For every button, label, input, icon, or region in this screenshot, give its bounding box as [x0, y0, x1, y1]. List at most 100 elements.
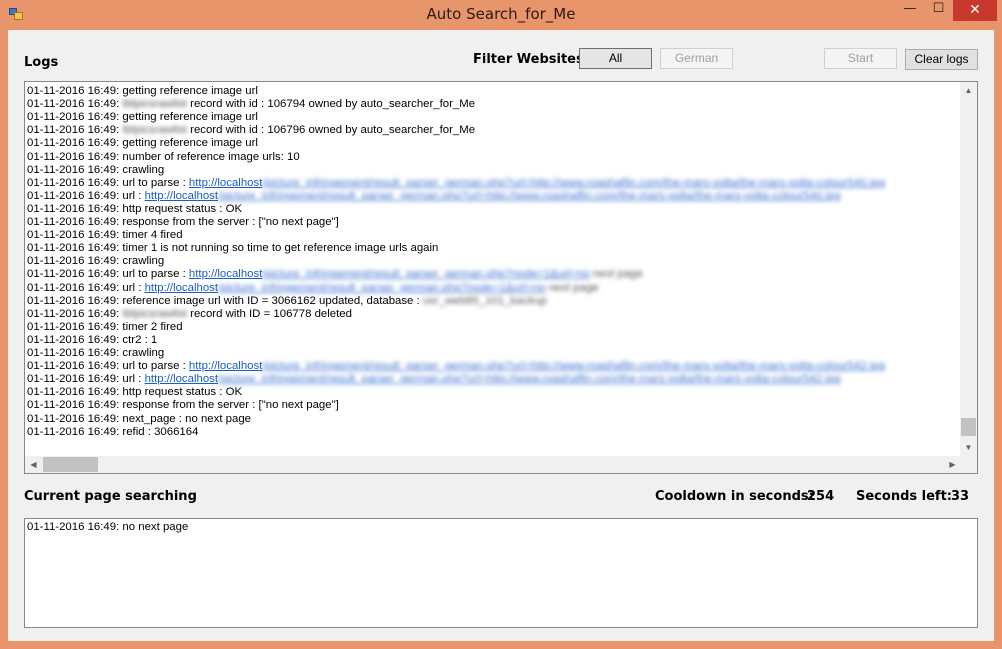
log-text: 01-11-2016 16:49: http request status : …: [27, 386, 243, 399]
log-text: 01-11-2016 16:49: getting reference imag…: [27, 137, 258, 150]
log-line: 01-11-2016 16:49: next_page : no next pa…: [27, 413, 251, 426]
log-text: 01-11-2016 16:49: url :: [27, 373, 145, 386]
current-page-text: 01-11-2016 16:49: no next page: [27, 521, 189, 533]
log-line: 01-11-2016 16:49: reference image url wi…: [27, 295, 547, 308]
redacted-text: tblpicsrawlist: [122, 98, 187, 111]
horizontal-scrollbar[interactable]: ◀ ▶: [25, 456, 961, 473]
redacted-text: tblpicsrawlist: [122, 124, 187, 137]
all-filter-button[interactable]: All: [579, 48, 652, 69]
log-line: 01-11-2016 16:49: url to parse : http://…: [27, 360, 885, 373]
clear-logs-button[interactable]: Clear logs: [905, 49, 978, 70]
log-text: 01-11-2016 16:49: refid : 3066164: [27, 425, 199, 438]
log-text: 01-11-2016 16:49: url :: [27, 189, 145, 202]
redacted-text: tblpicsrawlist: [122, 307, 187, 320]
log-text: 01-11-2016 16:49: http request status : …: [27, 202, 243, 215]
log-line: 01-11-2016 16:49: crawling: [27, 255, 164, 268]
german-filter-button[interactable]: German: [660, 48, 733, 69]
cooldown-label: Cooldown in seconds:: [655, 489, 814, 504]
log-text: 01-11-2016 16:49: response from the serv…: [27, 216, 339, 228]
log-url-link[interactable]: http://localhost: [145, 373, 218, 385]
scroll-up-icon[interactable]: ▲: [960, 82, 977, 99]
log-text: record with id : 106794 owned by auto_se…: [186, 98, 476, 111]
maximize-button[interactable]: ☐: [925, 1, 952, 22]
vertical-scroll-thumb[interactable]: [961, 418, 976, 436]
log-line: 01-11-2016 16:49: crawling: [27, 164, 164, 177]
current-page-label: Current page searching: [24, 489, 197, 504]
log-line: 01-11-2016 16:49: timer 2 fired: [27, 321, 183, 334]
scroll-right-icon[interactable]: ▶: [944, 456, 961, 473]
log-text: 01-11-2016 16:49: timer 1 is not running…: [27, 242, 439, 255]
logs-textbox[interactable]: 01-11-2016 16:49: getting reference imag…: [24, 81, 978, 474]
app-window: Auto Search_for_Me — ☐ ✕ Logs Filter Web…: [0, 0, 1002, 649]
log-url-link[interactable]: http://localhost: [189, 360, 262, 372]
log-line: 01-11-2016 16:49: url : http://localhost…: [27, 282, 599, 295]
window-title: Auto Search_for_Me: [426, 5, 576, 23]
log-url-link[interactable]: http://localhost: [189, 268, 262, 280]
log-line: 01-11-2016 16:49: number of reference im…: [27, 151, 300, 164]
horizontal-scroll-thumb[interactable]: [43, 457, 98, 472]
log-line: 01-11-2016 16:49: url : http://localhost…: [27, 190, 841, 203]
log-text: 01-11-2016 16:49: crawling: [27, 347, 165, 359]
log-line: 01-11-2016 16:49: getting reference imag…: [27, 137, 258, 150]
log-url-link[interactable]: http://localhost: [189, 177, 262, 189]
scroll-left-icon[interactable]: ◀: [25, 456, 42, 473]
logs-label: Logs: [24, 55, 59, 70]
log-line: 01-11-2016 16:49: tblpicsrawlist record …: [27, 308, 352, 321]
log-line: 01-11-2016 16:49: ctr2 : 1: [27, 334, 157, 347]
log-line: 01-11-2016 16:49: getting reference imag…: [27, 111, 258, 124]
log-line: 01-11-2016 16:49: response from the serv…: [27, 216, 339, 229]
log-line: 01-11-2016 16:49: tblpicsrawlist record …: [27, 98, 475, 111]
minimize-button[interactable]: —: [896, 1, 924, 22]
log-url-link[interactable]: /picture_infringement/result_parser_germ…: [262, 360, 885, 372]
log-text: 01-11-2016 16:49: reference image url wi…: [27, 294, 423, 307]
log-url-link[interactable]: /picture_infringement/result_parser_germ…: [218, 373, 841, 385]
seconds-left-label: Seconds left:: [856, 489, 952, 504]
log-text: 01-11-2016 16:49: crawling: [27, 255, 165, 268]
log-text: 01-11-2016 16:49: getting reference imag…: [27, 111, 258, 124]
seconds-left-value: 33: [951, 489, 970, 504]
log-text: record with ID = 106778 deleted: [186, 307, 352, 320]
log-text: 01-11-2016 16:49: url :: [27, 281, 145, 294]
log-text: 01-11-2016 16:49: url to parse :: [27, 360, 189, 373]
log-line: 01-11-2016 16:49: timer 1 is not running…: [27, 242, 438, 255]
log-text: 01-11-2016 16:49:: [27, 307, 123, 320]
scrollbar-corner: [960, 456, 977, 473]
log-line: 01-11-2016 16:49: tblpicsrawlist record …: [27, 124, 475, 137]
redacted-text: usr_web85_101_backup: [422, 294, 548, 307]
log-url-link[interactable]: /picture_infringement/result_parser_germ…: [262, 177, 885, 189]
log-text: record with id : 106796 owned by auto_se…: [186, 124, 476, 137]
log-line: 01-11-2016 16:49: http request status : …: [27, 203, 242, 216]
log-url-link[interactable]: /picture_infringement/result_parser_germ…: [218, 190, 841, 202]
log-text: 01-11-2016 16:49:: [27, 124, 123, 137]
current-page-textbox[interactable]: 01-11-2016 16:49: no next page: [24, 518, 978, 628]
redacted-text: next page: [545, 281, 599, 294]
log-line: 01-11-2016 16:49: refid : 3066164: [27, 426, 198, 439]
log-text: 01-11-2016 16:49: timer 2 fired: [27, 320, 183, 333]
filter-websites-label: Filter Websites: [473, 52, 584, 67]
cooldown-value: 254: [807, 489, 835, 504]
log-line: 01-11-2016 16:49: timer 4 fired: [27, 229, 183, 242]
log-line: 01-11-2016 16:49: url : http://localhost…: [27, 373, 841, 386]
log-text: 01-11-2016 16:49: crawling: [27, 163, 165, 176]
client-area: Logs Filter Websites All German Start Cl…: [8, 30, 994, 641]
log-url-link[interactable]: /picture_infringement/result_parser_germ…: [262, 268, 589, 280]
log-url-link[interactable]: /picture_infringement/result_parser_germ…: [218, 282, 545, 294]
log-text: 01-11-2016 16:49: response from the serv…: [27, 399, 339, 412]
log-line: 01-11-2016 16:49: url to parse : http://…: [27, 268, 643, 281]
log-text: 01-11-2016 16:49: next_page : no next pa…: [27, 412, 251, 425]
log-text: 01-11-2016 16:49: url to parse :: [27, 176, 189, 189]
close-button[interactable]: ✕: [953, 0, 997, 21]
log-line: 01-11-2016 16:49: getting reference imag…: [27, 85, 258, 98]
log-line: 01-11-2016 16:49: response from the serv…: [27, 399, 339, 412]
log-text: 01-11-2016 16:49: timer 4 fired: [27, 229, 183, 242]
start-button[interactable]: Start: [824, 48, 897, 69]
log-line: 01-11-2016 16:49: crawling: [27, 347, 164, 360]
redacted-text: next page: [589, 268, 643, 281]
log-url-link[interactable]: http://localhost: [145, 282, 218, 294]
vertical-scrollbar[interactable]: ▲ ▼: [960, 82, 977, 456]
title-bar[interactable]: Auto Search_for_Me — ☐ ✕: [0, 0, 1002, 30]
scroll-down-icon[interactable]: ▼: [960, 439, 977, 456]
log-text: 01-11-2016 16:49: url to parse :: [27, 268, 189, 281]
log-url-link[interactable]: http://localhost: [145, 190, 218, 202]
log-text: 01-11-2016 16:49: ctr2 : 1: [27, 333, 158, 346]
